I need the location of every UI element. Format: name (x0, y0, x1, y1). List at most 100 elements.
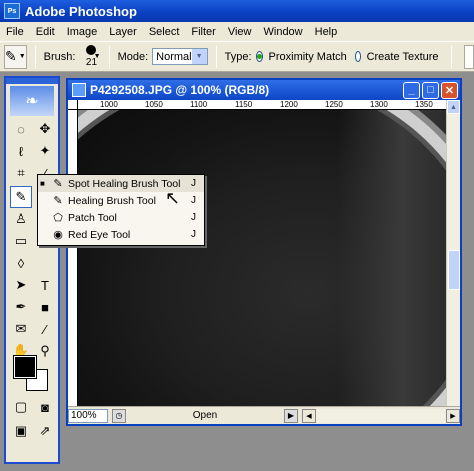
create-texture-label[interactable]: Create Texture (367, 51, 439, 63)
document-titlebar[interactable]: P4292508.JPG @ 100% (RGB/8) _ □ ✕ (68, 80, 460, 100)
brush-size: 21 (85, 56, 98, 68)
ruler-label: 1200 (280, 100, 298, 109)
standard-mode-icon[interactable]: ▢ (10, 396, 32, 418)
status-info-icon[interactable]: ◷ (112, 408, 126, 423)
flyout-shortcut: J (191, 229, 196, 240)
menu-image[interactable]: Image (61, 26, 104, 38)
menu-layer[interactable]: Layer (103, 26, 143, 38)
brush-label: Brush: (43, 50, 76, 63)
lasso-icon[interactable]: ℓ (10, 140, 32, 162)
flyout-item-label: Patch Tool (68, 211, 117, 224)
flyout-shortcut: J (191, 195, 196, 206)
healing-tool-flyout: ■ ✎ Spot Healing Brush Tool J ✎ Healing … (37, 174, 205, 246)
app-titlebar: Ps Adobe Photoshop (0, 0, 474, 22)
spot-healing-icon: ✎ (53, 178, 63, 190)
toolbox-grip[interactable] (6, 78, 58, 84)
path-selection-icon[interactable]: ➤ (10, 274, 32, 296)
lens-rim (78, 110, 450, 406)
bandage-icon: ✎ (5, 48, 17, 64)
ruler-label: 1000 (100, 100, 118, 109)
mode-label: Mode: (117, 50, 149, 63)
flyout-item-patch[interactable]: ⬠ Patch Tool J (38, 209, 204, 226)
status-bar: 100% ◷ Open ▶ ◀ ▶ (68, 406, 460, 424)
toolbox: ❧ ◌ ✥ ℓ ✦ ⌗ ⁄ ✎ ♙ ▭ ◊ ➤ T ✒ ■ ✉ ⁄ ✋ ⚲ ▢ … (4, 76, 60, 464)
selected-marker-icon: ■ (40, 179, 45, 188)
foreground-color-swatch[interactable] (13, 355, 37, 379)
menu-select[interactable]: Select (143, 26, 186, 38)
chevron-down-icon: ▼ (18, 53, 26, 60)
tool-preset-picker[interactable]: ✎ ▼ (4, 44, 27, 69)
healing-brush-icon: ✎ (53, 195, 63, 207)
flyout-item-label: Red Eye Tool (68, 228, 131, 241)
menu-edit[interactable]: Edit (30, 26, 61, 38)
scroll-left-icon[interactable]: ◀ (302, 408, 316, 423)
menu-bar: File Edit Image Layer Select Filter View… (0, 22, 474, 41)
magic-wand-icon[interactable]: ✦ (34, 140, 56, 162)
status-text: Open (192, 410, 218, 421)
ruler-label: 1150 (235, 100, 253, 109)
menu-view[interactable]: View (222, 26, 258, 38)
pen-icon[interactable]: ✒ (10, 296, 32, 318)
ruler-origin[interactable] (68, 100, 78, 110)
blur-icon[interactable]: ◊ (10, 252, 32, 274)
zoom-icon[interactable]: ⚲ (34, 340, 56, 362)
create-texture-radio[interactable] (354, 51, 361, 62)
ruler-label: 1250 (325, 100, 343, 109)
scroll-up-icon[interactable]: ▲ (447, 100, 460, 114)
marquee-icon[interactable]: ◌ (10, 118, 32, 140)
menu-file[interactable]: File (0, 26, 30, 38)
ruler-label: 1050 (145, 100, 163, 109)
flyout-item-label: Healing Brush Tool (68, 194, 156, 207)
healing-brush-tool-icon[interactable]: ✎ (10, 186, 32, 208)
brush-picker[interactable]: 21 (79, 43, 97, 71)
scroll-right-icon[interactable]: ▶ (446, 408, 460, 423)
menu-help[interactable]: Help (309, 26, 344, 38)
type-icon[interactable]: T (34, 274, 56, 296)
type-label: Type: (224, 50, 252, 63)
vertical-ruler[interactable] (68, 110, 78, 406)
proximity-match-radio[interactable] (255, 51, 263, 62)
ruler-label: 1100 (190, 100, 208, 109)
ruler-label: 1300 (370, 100, 388, 109)
status-menu-icon[interactable]: ▶ (284, 408, 298, 423)
clone-stamp-icon[interactable]: ♙ (10, 208, 32, 230)
image-canvas[interactable] (78, 110, 450, 406)
separator (215, 45, 217, 68)
quick-mask-icon[interactable]: ◙ (34, 396, 56, 418)
vertical-scrollbar[interactable]: ▲ (446, 100, 460, 406)
screen-mode-icon[interactable]: ▣ (10, 420, 32, 442)
flyout-item-red-eye[interactable]: ◉ Red Eye Tool J (38, 226, 204, 243)
brush-tip-icon (86, 44, 97, 55)
menu-filter[interactable]: Filter (185, 26, 221, 38)
maximize-button[interactable]: □ (422, 81, 439, 99)
horizontal-ruler[interactable]: 1000 1050 1100 1150 1200 1250 1300 1350 (78, 100, 450, 110)
rectangle-icon[interactable]: ■ (34, 296, 56, 318)
notes-icon[interactable]: ✉ (10, 318, 32, 340)
document-icon (72, 83, 86, 97)
separator (108, 45, 110, 68)
mode-value: Normal (156, 50, 192, 63)
mode-select[interactable]: Normal ▼ (152, 48, 208, 65)
eraser-icon[interactable]: ▭ (10, 230, 32, 252)
document-window: P4292508.JPG @ 100% (RGB/8) _ □ ✕ 1000 1… (66, 78, 462, 426)
eyedropper-icon[interactable]: ⁄ (34, 318, 56, 340)
options-bar: ✎ ▼ Brush: 21 ▼ Mode: Normal ▼ Type: Prox… (0, 41, 474, 72)
jump-to-imageready-icon[interactable]: ⇗ (34, 420, 56, 442)
sample-all-layers-icon[interactable] (463, 44, 474, 69)
menu-window[interactable]: Window (258, 26, 309, 38)
crop-icon[interactable]: ⌗ (10, 162, 32, 184)
mouse-cursor-icon: ↖ (165, 188, 181, 208)
zoom-field[interactable]: 100% (68, 408, 108, 423)
flyout-shortcut: J (191, 212, 196, 223)
horizontal-scrollbar[interactable]: ◀ ▶ (302, 408, 460, 423)
red-eye-icon: ◉ (53, 229, 63, 241)
move-icon[interactable]: ✥ (34, 118, 56, 140)
app-title: Adobe Photoshop (25, 3, 137, 19)
patch-icon: ⬠ (53, 212, 63, 224)
minimize-button[interactable]: _ (403, 81, 420, 99)
scroll-thumb[interactable] (448, 250, 460, 290)
document-title: P4292508.JPG @ 100% (RGB/8) (90, 83, 270, 97)
close-button[interactable]: ✕ (441, 81, 458, 99)
flyout-shortcut: J (191, 178, 196, 189)
proximity-match-label[interactable]: Proximity Match (269, 51, 347, 63)
